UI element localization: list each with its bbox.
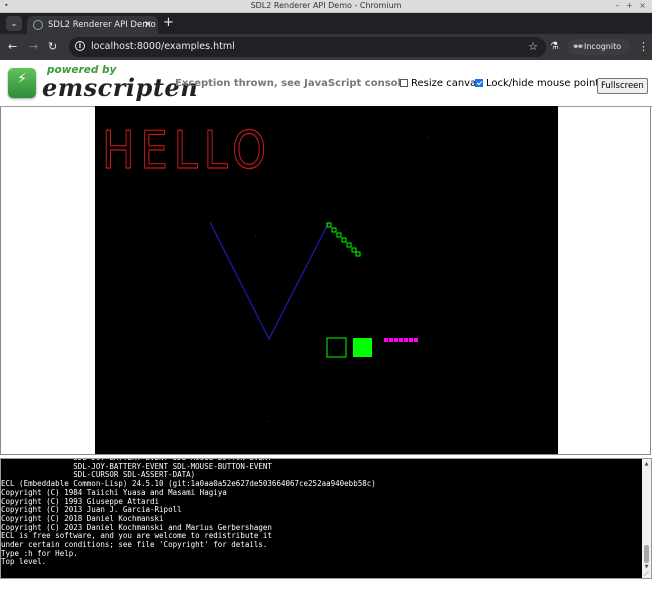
tab-strip: ⌄ SDL2 Renderer API Demo × + bbox=[0, 13, 652, 34]
incognito-badge[interactable]: 🕶 Incognito bbox=[567, 39, 630, 55]
page-header: ⚡ powered by emscripten Exception thrown… bbox=[0, 61, 652, 107]
console-line: Copyright (C) 2023 Daniel Kochmanski and… bbox=[1, 522, 272, 532]
console-output[interactable]: SDL-JOY-BATTERY-EVENT SDL-MOUSE-BUTTON-E… bbox=[0, 458, 652, 579]
console-line: Type :h for Help. bbox=[1, 548, 78, 558]
browser-toolbar: ← → ↻ i localhost:8000/examples.html ☆ ⚗… bbox=[0, 34, 652, 60]
console-line: SDL-JOY-BATTERY-EVENT SDL-MOUSE-BUTTON-E… bbox=[1, 461, 272, 471]
tab-search-button[interactable]: ⌄ bbox=[6, 16, 22, 31]
resize-canvas-checkbox[interactable] bbox=[400, 79, 408, 87]
stray-pixel bbox=[255, 235, 256, 236]
back-arrow-icon[interactable]: ← bbox=[8, 34, 17, 60]
stray-pixel bbox=[268, 421, 269, 422]
sdl-canvas[interactable]: HELLO bbox=[95, 106, 558, 454]
globe-icon bbox=[33, 20, 43, 30]
console-line: ECL is free software, and you are welcom… bbox=[1, 531, 272, 541]
console-line: under certain conditions; see file 'Copy… bbox=[1, 540, 268, 550]
new-tab-button[interactable]: + bbox=[163, 15, 174, 31]
console-line: ECL (Embeddable Common-Lisp) 24.5.10 (gi… bbox=[1, 479, 376, 489]
bookmark-star-icon[interactable]: ☆ bbox=[528, 37, 538, 57]
lock-pointer-label: Lock/hide mouse pointer bbox=[486, 78, 610, 89]
address-bar[interactable]: i localhost:8000/examples.html ☆ bbox=[69, 37, 546, 57]
resize-canvas-option[interactable]: Resize canvas bbox=[400, 78, 481, 89]
console-line: Copyright (C) 1993 Giuseppe Attardi bbox=[1, 496, 160, 506]
hello-text: HELLO bbox=[102, 121, 272, 181]
console-line: Copyright (C) 2013 Juan J. Garcia-Ripoll bbox=[1, 505, 182, 515]
console-scrollbar[interactable]: ▲ ▼ bbox=[642, 459, 651, 578]
scroll-up-icon[interactable]: ▲ bbox=[642, 461, 651, 467]
console-line: Copyright (C) 1984 Taiichi Yuasa and Mas… bbox=[1, 487, 227, 497]
tab-close-button[interactable]: × bbox=[144, 16, 152, 34]
lock-pointer-option[interactable]: Lock/hide mouse pointer bbox=[475, 78, 609, 89]
diagonal-squares bbox=[326, 222, 361, 257]
window-titlebar: • SDL2 Renderer API Demo - Chromium – + … bbox=[0, 0, 652, 13]
console-line: SDL-CURSOR SDL-ASSERT-DATA) bbox=[1, 470, 196, 480]
fullscreen-button[interactable]: Fullscreen bbox=[597, 78, 648, 94]
console-text: SDL-JOY-BATTERY-EVENT SDL-MOUSE-BUTTON-E… bbox=[1, 459, 376, 567]
incognito-label: Incognito bbox=[584, 42, 622, 51]
filled-square bbox=[353, 338, 372, 357]
console-line: Top level. bbox=[1, 557, 47, 567]
outline-square bbox=[326, 337, 347, 358]
window-controls[interactable]: – + × bbox=[616, 0, 649, 12]
incognito-icon: 🕶 bbox=[573, 42, 584, 51]
v-shape-lines bbox=[209, 221, 330, 341]
tab-sdl2-demo[interactable]: SDL2 Renderer API Demo × bbox=[27, 16, 158, 34]
stray-pixel bbox=[428, 137, 429, 138]
url-text[interactable]: localhost:8000/examples.html bbox=[91, 37, 235, 57]
resize-canvas-label: Resize canvas bbox=[411, 78, 482, 89]
scroll-thumb[interactable] bbox=[644, 545, 649, 563]
console-line: Copyright (C) 2018 Daniel Kochmanski bbox=[1, 513, 164, 523]
site-info-icon[interactable]: i bbox=[75, 41, 85, 51]
resize-grip-icon[interactable]: ⟋ bbox=[642, 570, 651, 578]
labs-flask-icon[interactable]: ⚗ bbox=[550, 34, 559, 60]
window-title: SDL2 Renderer API Demo - Chromium bbox=[250, 1, 402, 10]
reload-icon[interactable]: ↻ bbox=[48, 34, 57, 60]
forward-arrow-icon[interactable]: → bbox=[29, 34, 38, 60]
emscripten-logo-icon: ⚡ bbox=[8, 68, 36, 98]
status-message: Exception thrown, see JavaScript console bbox=[175, 78, 408, 89]
lock-pointer-checkbox[interactable] bbox=[475, 79, 483, 87]
tab-title: SDL2 Renderer API Demo bbox=[48, 20, 156, 30]
canvas-drawing: HELLO bbox=[101, 120, 429, 422]
magenta-dots bbox=[384, 338, 418, 342]
browser-menu-icon[interactable]: ⋮ bbox=[638, 34, 649, 60]
